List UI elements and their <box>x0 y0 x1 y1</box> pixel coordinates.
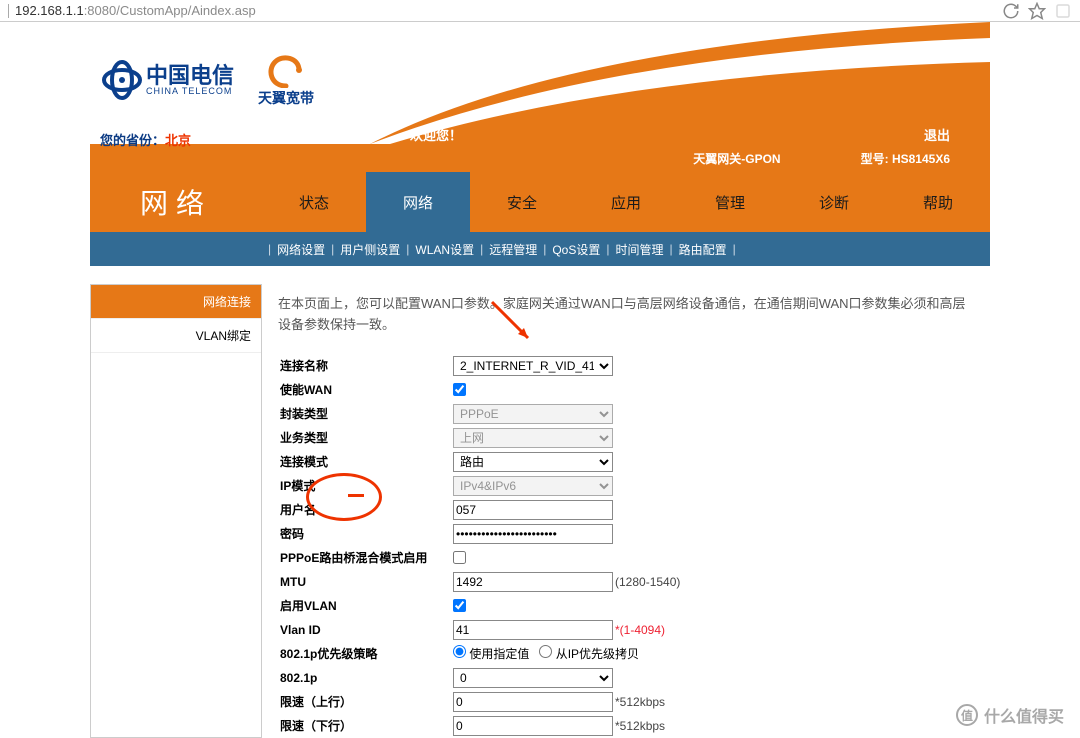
checkbox-hybrid[interactable] <box>453 551 466 564</box>
tab-diagnose[interactable]: 诊断 <box>782 172 886 232</box>
sidebar-item-connection[interactable]: 网络连接 <box>91 285 261 319</box>
checkbox-enable-wan[interactable] <box>453 383 466 396</box>
label-hybrid: PPPoE路由桥混合模式启用 <box>278 549 453 566</box>
subnav-qos[interactable]: QoS设置 <box>552 241 600 258</box>
banner: 中国电信 CHINA TELECOM 天翼宽带 您的省份：北京 欢迎您！ 退出 <box>90 22 990 144</box>
telecom-en: CHINA TELECOM <box>146 87 234 96</box>
addon-icon[interactable] <box>1054 2 1072 20</box>
label-enable-wan: 使能WAN <box>278 381 453 398</box>
input-rate-down[interactable] <box>453 716 613 736</box>
tab-network[interactable]: 网络 <box>366 172 470 232</box>
logos: 中国电信 CHINA TELECOM 天翼宽带 <box>100 52 314 108</box>
watermark-icon: 值 <box>956 704 978 726</box>
sidebar: 网络连接 VLAN绑定 <box>90 284 262 738</box>
select-encap[interactable]: PPPoE <box>453 404 613 424</box>
label-service: 业务类型 <box>278 429 453 446</box>
divider <box>8 4 9 18</box>
radio-priority-copyip[interactable]: 从IP优先级拷贝 <box>539 645 639 662</box>
select-conn-mode[interactable]: 路由 <box>453 452 613 472</box>
tab-app[interactable]: 应用 <box>574 172 678 232</box>
label-conn-name: 连接名称 <box>278 357 453 374</box>
telecom-logo: 中国电信 CHINA TELECOM <box>100 58 234 102</box>
label-mtu: MTU <box>278 575 453 589</box>
select-conn-name[interactable]: 2_INTERNET_R_VID_41 <box>453 356 613 376</box>
model: 型号: HS8145X6 <box>861 150 950 167</box>
tab-help[interactable]: 帮助 <box>886 172 990 232</box>
label-conn-mode: 连接模式 <box>278 453 453 470</box>
sidebar-item-vlan-bind[interactable]: VLAN绑定 <box>91 319 261 353</box>
tab-status[interactable]: 状态 <box>262 172 366 232</box>
telecom-mark-icon <box>100 58 144 102</box>
label-encap: 封装类型 <box>278 405 453 422</box>
broadband-logo: 天翼宽带 <box>258 52 314 108</box>
welcome-text: 欢迎您！ <box>410 125 462 144</box>
input-username[interactable] <box>453 500 613 520</box>
welcome-line: 欢迎您！ 退出 <box>370 124 990 144</box>
hint-rate-up: *512kbps <box>615 695 665 709</box>
label-ip-mode: IP模式 <box>278 477 453 494</box>
subnav-remote[interactable]: 远程管理 <box>489 241 537 258</box>
main-panel: 在本页面上，您可以配置WAN口参数。家庭网关通过WAN口与高层网络设备通信，在通… <box>262 284 990 738</box>
tab-manage[interactable]: 管理 <box>678 172 782 232</box>
subnav-wlan[interactable]: WLAN设置 <box>415 241 474 258</box>
select-8021p[interactable]: 0 <box>453 668 613 688</box>
star-icon[interactable] <box>1028 2 1046 20</box>
province-line: 您的省份：北京 <box>100 130 191 149</box>
main-nav: 网络 状态 网络 安全 应用 管理 诊断 帮助 <box>90 172 990 232</box>
input-password[interactable] <box>453 524 613 544</box>
broadband-text: 天翼宽带 <box>258 88 314 108</box>
checkbox-vlan-enable[interactable] <box>453 599 466 612</box>
browser-url-bar: 192.168.1.1:8080/CustomApp/Aindex.asp <box>0 0 1080 22</box>
radio-priority-specified[interactable]: 使用指定值 <box>453 645 529 662</box>
gateway-name: 天翼网关-GPON <box>693 150 780 167</box>
select-ip-mode[interactable]: IPv4&IPv6 <box>453 476 613 496</box>
subnav: | 网络设置| 用户侧设置| WLAN设置| 远程管理| QoS设置| 时间管理… <box>90 232 990 266</box>
intro-text: 在本页面上，您可以配置WAN口参数。家庭网关通过WAN口与高层网络设备通信，在通… <box>278 294 970 336</box>
nav-items: 状态 网络 安全 应用 管理 诊断 帮助 <box>262 172 990 232</box>
subnav-userside[interactable]: 用户侧设置 <box>340 241 400 258</box>
logout-link[interactable]: 退出 <box>924 125 950 144</box>
annotation-dash <box>348 494 364 497</box>
watermark-text: 什么值得买 <box>984 703 1064 727</box>
telecom-zh: 中国电信 <box>146 65 234 87</box>
label-password: 密码 <box>278 525 453 542</box>
select-service[interactable]: 上网 <box>453 428 613 448</box>
watermark: 值 什么值得买 <box>956 703 1064 727</box>
label-vlan-enable: 启用VLAN <box>278 597 453 614</box>
label-priority-policy: 802.1p优先级策略 <box>278 645 453 662</box>
subnav-time[interactable]: 时间管理 <box>615 241 663 258</box>
hint-rate-down: *512kbps <box>615 719 665 733</box>
input-mtu[interactable] <box>453 572 613 592</box>
tab-security[interactable]: 安全 <box>470 172 574 232</box>
label-rate-down: 限速（下行） <box>278 717 453 734</box>
hint-mtu: (1280-1540) <box>615 575 680 589</box>
broadband-mark-icon <box>265 52 307 88</box>
refresh-icon[interactable] <box>1002 2 1020 20</box>
url-text: 192.168.1.1:8080/CustomApp/Aindex.asp <box>15 3 994 18</box>
nav-section-title: 网络 <box>90 172 262 232</box>
input-vlan-id[interactable] <box>453 620 613 640</box>
input-rate-up[interactable] <box>453 692 613 712</box>
subnav-network-settings[interactable]: 网络设置 <box>277 241 325 258</box>
label-rate-up: 限速（上行） <box>278 693 453 710</box>
sidebar-spacer <box>91 353 261 733</box>
label-vlan-id: Vlan ID <box>278 623 453 637</box>
label-8021p: 802.1p <box>278 671 453 685</box>
infobar: 天翼网关-GPON 型号: HS8145X6 <box>90 144 990 172</box>
content-body: 网络连接 VLAN绑定 在本页面上，您可以配置WAN口参数。家庭网关通过WAN口… <box>90 284 990 738</box>
subnav-route[interactable]: 路由配置 <box>679 241 727 258</box>
label-username: 用户名 <box>278 501 453 518</box>
hint-vlan-id: *(1-4094) <box>615 623 665 637</box>
